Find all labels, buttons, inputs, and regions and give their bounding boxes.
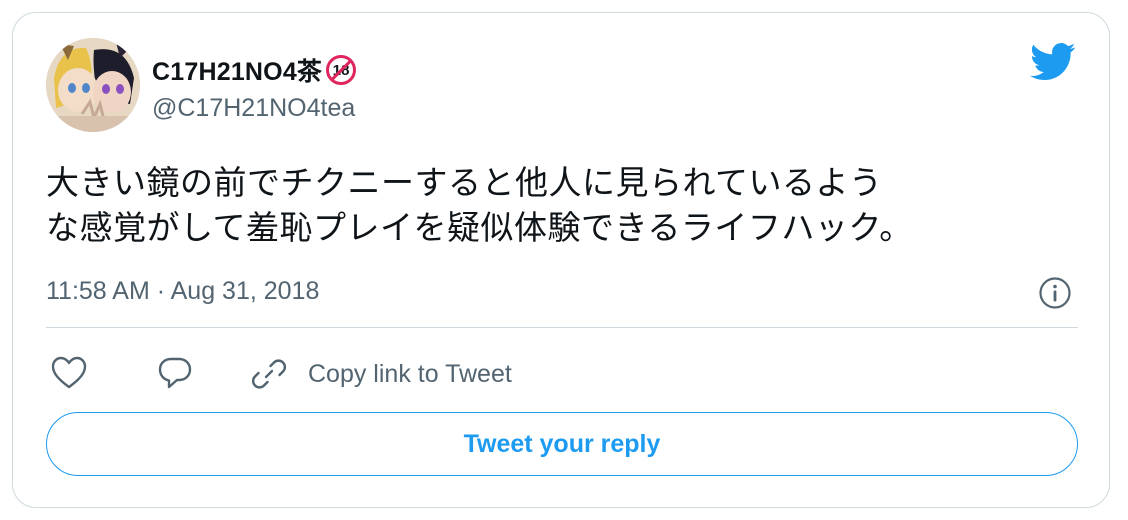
age-restriction-badge: 18 <box>326 55 357 85</box>
tweet-text: 大きい鏡の前でチクニーすると他人に見られているよう な感覚がして羞恥プレイを疑似… <box>46 160 1056 250</box>
speech-bubble-icon <box>158 357 192 389</box>
twitter-bird-icon[interactable] <box>1030 42 1076 82</box>
copy-link-button[interactable]: Copy link to Tweet <box>250 355 512 393</box>
link-icon <box>251 359 287 389</box>
avatar-image <box>46 38 140 132</box>
copy-link-label[interactable]: Copy link to Tweet <box>308 360 512 389</box>
display-name-row[interactable]: C17H21NO4茶 18 <box>152 52 357 88</box>
heart-icon <box>51 356 87 389</box>
reply-button[interactable] <box>156 355 194 391</box>
avatar[interactable] <box>46 38 140 132</box>
tweet-text-line: 大きい鏡の前でチクニーすると他人に見られているよう <box>46 163 883 202</box>
divider <box>46 327 1078 328</box>
user-handle[interactable]: @C17H21NO4tea <box>152 94 355 123</box>
info-icon[interactable] <box>1038 276 1072 310</box>
tweet-text-line: な感覚がして羞恥プレイを疑似体験できるライフハック。 <box>46 208 913 247</box>
tweet-timestamp[interactable]: 11:58 AM · Aug 31, 2018 <box>46 277 319 306</box>
display-name[interactable]: C17H21NO4茶 <box>152 52 322 88</box>
tweet-your-reply-button[interactable]: Tweet your reply <box>46 412 1078 476</box>
like-button[interactable] <box>50 355 88 391</box>
